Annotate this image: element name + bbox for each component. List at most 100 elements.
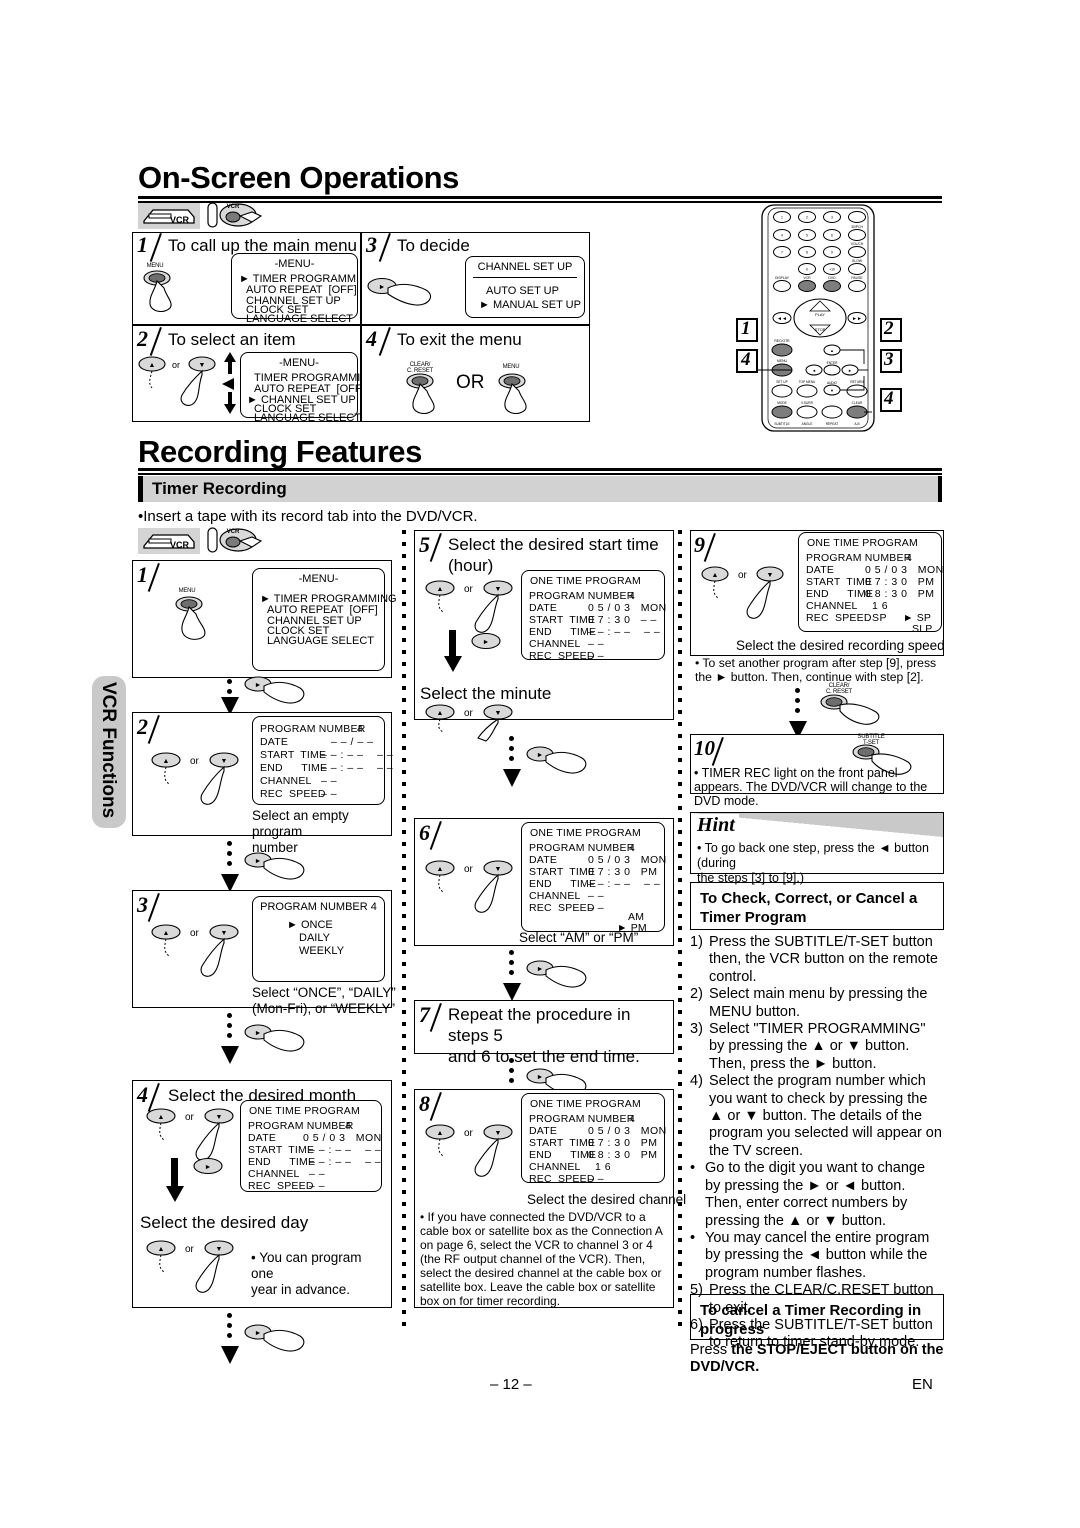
right-button-icon[interactable]: ► bbox=[192, 1155, 226, 1177]
osd-line: LANGUAGE SELECT bbox=[267, 635, 374, 647]
right-button-press-icon-5[interactable]: ► bbox=[243, 1320, 315, 1358]
osd-row-label: PROGRAM NUMBER bbox=[260, 723, 366, 735]
svg-text:▲: ▲ bbox=[158, 1114, 165, 1121]
svg-text:▲: ▲ bbox=[437, 710, 444, 717]
up-down-button-press-icon-6[interactable]: ▲ or ▼ bbox=[424, 578, 524, 634]
cancel-section-title: To cancel a Timer Recording in progress bbox=[700, 1302, 922, 1338]
osd-row-label: END TIME bbox=[806, 588, 874, 600]
osd-row-label: DATE bbox=[529, 854, 558, 866]
svg-text:►: ► bbox=[255, 1030, 262, 1037]
osd-row-label: START TIME bbox=[529, 1137, 596, 1149]
right-button-press-icon-6[interactable]: ► bbox=[525, 742, 597, 780]
cancel-section-title-box: To cancel a Timer Recording in progress bbox=[690, 1294, 944, 1340]
clear-button-press-icon-2[interactable] bbox=[818, 692, 890, 732]
remote-callout-2-label: 2 bbox=[884, 318, 894, 339]
up-down-button-press-icon-8[interactable]: ▲ or ▼ bbox=[424, 858, 524, 914]
onscreen-step-1-osd: -MENU- ► TIMER PROGRAMMING AUTO REPEAT [… bbox=[231, 253, 376, 325]
osd-row-label: REC SPEED bbox=[260, 788, 326, 800]
timer-step-10-note: • TIMER REC light on the front panel app… bbox=[694, 766, 928, 808]
menu-button-press-icon-2[interactable] bbox=[496, 372, 548, 417]
svg-text:▼: ▼ bbox=[495, 586, 502, 593]
svg-text:MODE: MODE bbox=[777, 401, 787, 405]
svg-text:▲: ▲ bbox=[163, 930, 170, 937]
svg-text:►: ► bbox=[537, 752, 544, 759]
up-down-button-press-icon-2[interactable]: ▲ or ▼ bbox=[150, 750, 250, 810]
svg-text:VCR: VCR bbox=[227, 529, 240, 535]
osd-row-label: END TIME bbox=[260, 762, 328, 774]
down-arrow-icon bbox=[166, 1186, 184, 1202]
right-button-press-icon-7[interactable]: ► bbox=[525, 956, 597, 994]
osd-row-label: DATE bbox=[260, 736, 289, 748]
svg-text:►: ► bbox=[255, 682, 262, 689]
svg-text:▼: ▼ bbox=[216, 1114, 223, 1121]
osd-row-value: – – bbox=[588, 638, 605, 650]
svg-text:DVD: DVD bbox=[828, 276, 836, 280]
svg-text:►►: ►► bbox=[852, 316, 862, 322]
up-down-button-press-icon[interactable]: ▲ or ▼ bbox=[136, 355, 226, 413]
svg-text:or: or bbox=[172, 360, 180, 370]
osd-title: CHANNEL SET UP bbox=[477, 261, 573, 273]
osd-title: ONE TIME PROGRAM bbox=[249, 1105, 360, 1117]
svg-text:DISPLAY: DISPLAY bbox=[775, 276, 790, 280]
osd-row-label: END TIME bbox=[248, 1156, 316, 1168]
clear-button-press-icon[interactable] bbox=[404, 372, 456, 417]
vcr-deck-icon: VCR bbox=[143, 209, 195, 225]
svg-text:▲: ▲ bbox=[830, 348, 834, 353]
onscreen-step-2-number: 2 bbox=[137, 326, 148, 351]
svg-text:▲: ▲ bbox=[163, 758, 170, 765]
right-button-press-icon-3[interactable]: ► bbox=[243, 848, 315, 886]
section-title: Timer Recording bbox=[152, 479, 287, 498]
svg-text:VOL/CH: VOL/CH bbox=[851, 242, 864, 246]
timer-step-3-caption: Select “ONCE”, “DAILY” (Mon-Fri), or “WE… bbox=[252, 985, 396, 1016]
list-item: • You may cancel the entire program by pr… bbox=[690, 1229, 930, 1281]
osd-row-label: END TIME bbox=[529, 626, 597, 638]
osd-row-value: – – bbox=[588, 890, 605, 902]
svg-text:►: ► bbox=[483, 639, 490, 646]
up-down-button-press-icon-9[interactable]: ▲ or ▼ bbox=[424, 1122, 524, 1182]
svg-text:◄: ◄ bbox=[812, 368, 816, 373]
list-item: • Go to the digit you want to change by p… bbox=[690, 1160, 926, 1229]
right-button-icon-2[interactable]: ► bbox=[470, 630, 504, 652]
osd-row-label: CHANNEL bbox=[529, 1161, 581, 1173]
svg-text:2: 2 bbox=[806, 216, 808, 220]
osd-line: LANGUAGE SELECT bbox=[246, 313, 353, 325]
list-item: 3) Select "TIMER PROGRAMMING" by pressing… bbox=[690, 1021, 926, 1072]
onscreen-step-4-number: 4 bbox=[366, 326, 377, 351]
osd-row-label: DATE bbox=[806, 564, 835, 576]
up-down-button-press-icon-3[interactable]: ▲ or ▼ bbox=[150, 922, 250, 982]
osd-row-value: – – : – – – – bbox=[321, 762, 394, 774]
osd-row-value: 4 bbox=[629, 1113, 636, 1125]
menu-button-press-icon[interactable] bbox=[140, 268, 196, 316]
osd-row-value: 0 5 / 0 3 MON bbox=[303, 1132, 382, 1144]
osd-row-value: 0 5 / 0 3 MON bbox=[588, 602, 667, 614]
timer-step-6-number: 6 bbox=[419, 820, 430, 845]
menu-button-press-icon-3[interactable] bbox=[172, 594, 228, 646]
osd-row-value: 1 6 bbox=[872, 600, 889, 612]
up-down-button-press-icon-5[interactable]: ▲ or ▼ bbox=[145, 1238, 245, 1294]
osd-title: -MENU- bbox=[279, 357, 319, 369]
timer-step-1-number: 1 bbox=[137, 562, 148, 587]
hint-header: Hint bbox=[691, 813, 943, 837]
up-down-button-press-icon-10[interactable]: ▲ or ▼ bbox=[700, 564, 796, 620]
svg-text:or: or bbox=[464, 1128, 474, 1139]
up-down-button-press-icon-4[interactable]: ▲ or ▼ bbox=[145, 1106, 245, 1162]
down-arrow-icon bbox=[503, 983, 521, 1001]
remote-control-illustration: 1 2 3 4 5 6 7 8 9 0 +10 DISPLAY VCR DVD PAUSE 30/P… bbox=[756, 204, 875, 432]
svg-text:8: 8 bbox=[806, 251, 808, 255]
timer-step-9-caption: Select the desired recording speed bbox=[736, 638, 945, 653]
svg-text:▼: ▼ bbox=[830, 388, 834, 393]
osd-row-value: 0 7 : 3 0 PM bbox=[588, 866, 658, 878]
timer-step-6-caption: Select “AM” or “PM” bbox=[519, 930, 639, 945]
osd-title: ONE TIME PROGRAM bbox=[530, 1098, 641, 1110]
check-section-title: To Check, Correct, or Cancel a Timer Pro… bbox=[700, 890, 918, 926]
svg-text:VCR: VCR bbox=[170, 215, 190, 225]
connector-dots bbox=[509, 1058, 514, 1088]
down-arrow-icon bbox=[444, 656, 462, 672]
right-button-press-icon-4[interactable]: ► bbox=[243, 1020, 315, 1058]
right-button-press-icon-2[interactable]: ► bbox=[243, 672, 315, 710]
right-button-press-icon[interactable]: ► bbox=[366, 272, 444, 314]
svg-text:REPEAT: REPEAT bbox=[826, 422, 839, 426]
osd-row-value: 0 8 : 3 0 PM bbox=[588, 1149, 658, 1161]
osd-row-value: 0 5 / 0 3 MON bbox=[865, 564, 944, 576]
osd-row-value: 0 8 : 3 0 PM bbox=[865, 588, 935, 600]
